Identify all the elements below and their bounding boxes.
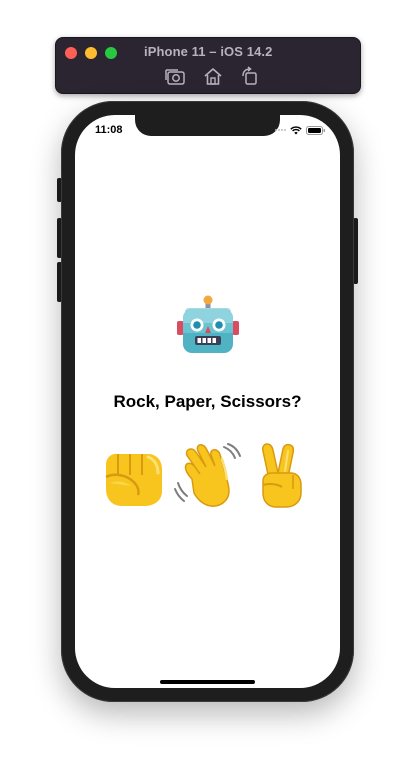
simulator-title: iPhone 11 – iOS 14.2 [144,44,273,59]
scissors-button[interactable] [255,443,305,509]
zoom-window-button[interactable] [105,47,117,59]
close-window-button[interactable] [65,47,77,59]
screenshot-button[interactable] [164,66,186,86]
simulator-stage: iPhone 11 – iOS 14.2 11:08 Rock, Paper, … [0,0,415,776]
home-indicator[interactable] [160,680,255,684]
device-screen: 11:08 Rock, Paper, Scissors? [75,115,340,688]
wifi-icon [290,125,302,134]
home-button[interactable] [202,66,224,86]
battery-icon [306,125,325,135]
raised-fist-icon [105,453,162,506]
signal-icon [275,129,286,131]
notch [135,115,280,136]
rock-button[interactable] [100,443,166,509]
game-title: Rock, Paper, Scissors? [113,392,302,411]
victory-hand-icon [262,443,302,508]
choice-buttons [97,443,327,513]
waving-hand-icon [174,443,241,507]
robot-emoji-icon [177,295,239,353]
simulator-toolbar: iPhone 11 – iOS 14.2 [55,37,361,94]
status-icons [275,125,326,135]
paper-button[interactable] [174,443,242,509]
rotate-icon [242,66,257,85]
rotate-button[interactable] [239,66,261,86]
minimize-window-button[interactable] [85,47,97,59]
home-icon [204,68,222,85]
camera-icon [165,69,185,85]
status-time: 11:08 [95,124,123,136]
